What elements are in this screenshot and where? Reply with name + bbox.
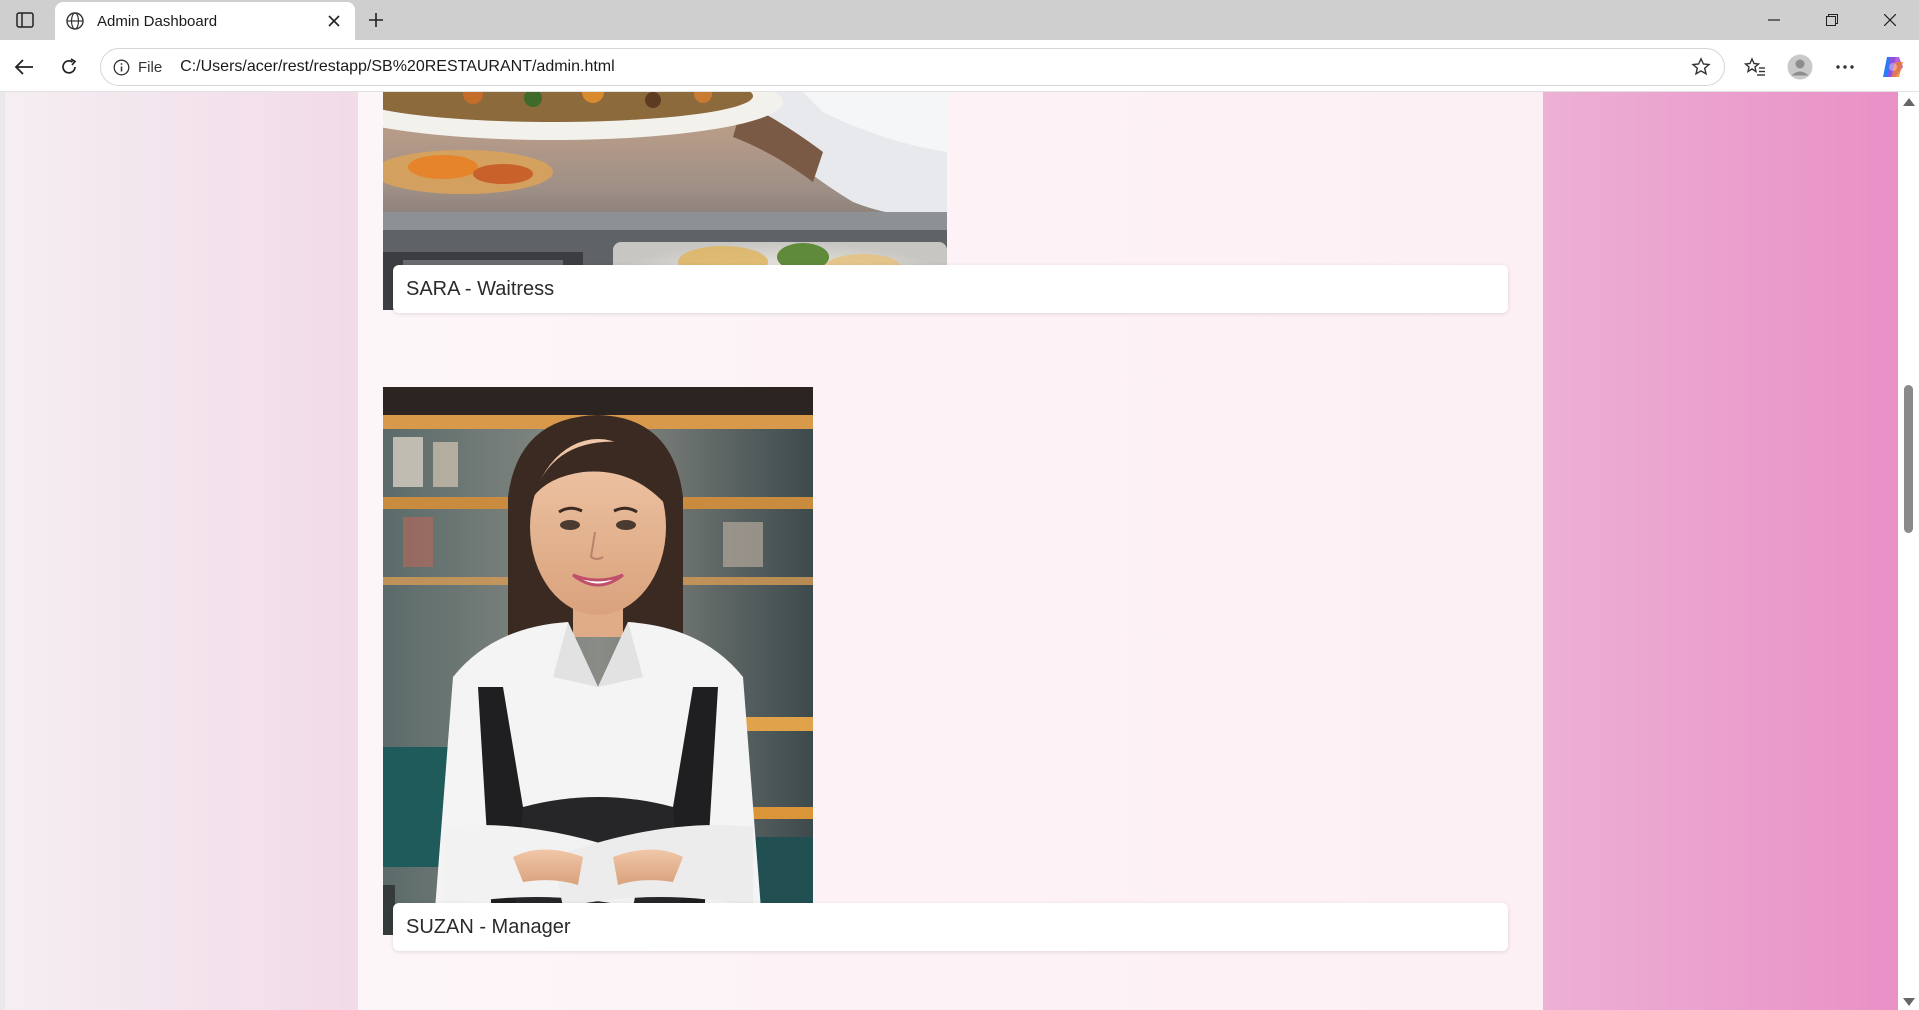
staff-card-suzan: SUZAN - Manager	[393, 903, 1508, 951]
restore-icon	[1826, 14, 1838, 26]
staff-panel: SARA - Waitress SUZAN - Manager	[358, 92, 1543, 1010]
more-icon	[1836, 65, 1854, 69]
globe-icon	[66, 12, 84, 30]
favorite-button[interactable]	[1684, 50, 1718, 84]
tab-actions-button[interactable]	[10, 8, 40, 32]
window-close-icon	[1884, 14, 1896, 26]
file-scheme-label: File	[138, 58, 163, 76]
window-close-button[interactable]	[1861, 0, 1919, 40]
profile-icon	[1787, 54, 1813, 80]
url-text[interactable]: C:/Users/acer/rest/restapp/SB%20RESTAURA…	[180, 58, 1684, 76]
staff-name-label: SARA - Waitress	[406, 277, 555, 300]
tab-title: Admin Dashboard	[97, 12, 218, 30]
site-info-button[interactable]: File	[113, 59, 162, 76]
staff-photo-waitress	[383, 387, 813, 935]
refresh-button[interactable]	[53, 51, 85, 83]
page-left-edge	[0, 92, 5, 1010]
back-arrow-icon	[14, 59, 33, 75]
page-scrollbar[interactable]	[1898, 92, 1919, 1010]
close-icon	[328, 15, 340, 27]
tab-strip: Admin Dashboard	[0, 0, 1919, 40]
favorites-icon	[1744, 57, 1765, 76]
minimize-icon	[1768, 19, 1780, 21]
address-bar[interactable]: File C:/Users/acer/rest/restapp/SB%20RES…	[100, 48, 1725, 86]
page-viewport: SARA - Waitress SUZAN - Manager	[0, 92, 1919, 1010]
copilot-icon	[1883, 57, 1903, 77]
restore-button[interactable]	[1803, 0, 1861, 40]
active-tab[interactable]: Admin Dashboard	[55, 2, 355, 40]
tab-close-button[interactable]	[323, 10, 345, 32]
staff-card-sara: SARA - Waitress	[393, 265, 1508, 313]
scroll-down-arrow-icon[interactable]	[1903, 998, 1915, 1006]
scrollbar-thumb[interactable]	[1904, 385, 1913, 533]
new-tab-button[interactable]	[362, 8, 390, 32]
plus-icon	[369, 13, 383, 27]
info-icon	[113, 59, 130, 75]
staff-name-label: SUZAN - Manager	[406, 915, 571, 938]
copilot-button[interactable]	[1877, 51, 1909, 83]
favorites-button[interactable]	[1739, 51, 1771, 83]
sidebar-toggle-icon	[16, 12, 34, 28]
profile-button[interactable]	[1784, 51, 1816, 83]
browser-toolbar: File C:/Users/acer/rest/restapp/SB%20RES…	[0, 40, 1919, 92]
more-menu-button[interactable]	[1829, 51, 1861, 83]
star-icon	[1691, 57, 1711, 76]
scroll-up-arrow-icon[interactable]	[1903, 98, 1915, 106]
minimize-button[interactable]	[1745, 0, 1803, 40]
back-button[interactable]	[8, 51, 40, 83]
refresh-icon	[62, 58, 77, 74]
